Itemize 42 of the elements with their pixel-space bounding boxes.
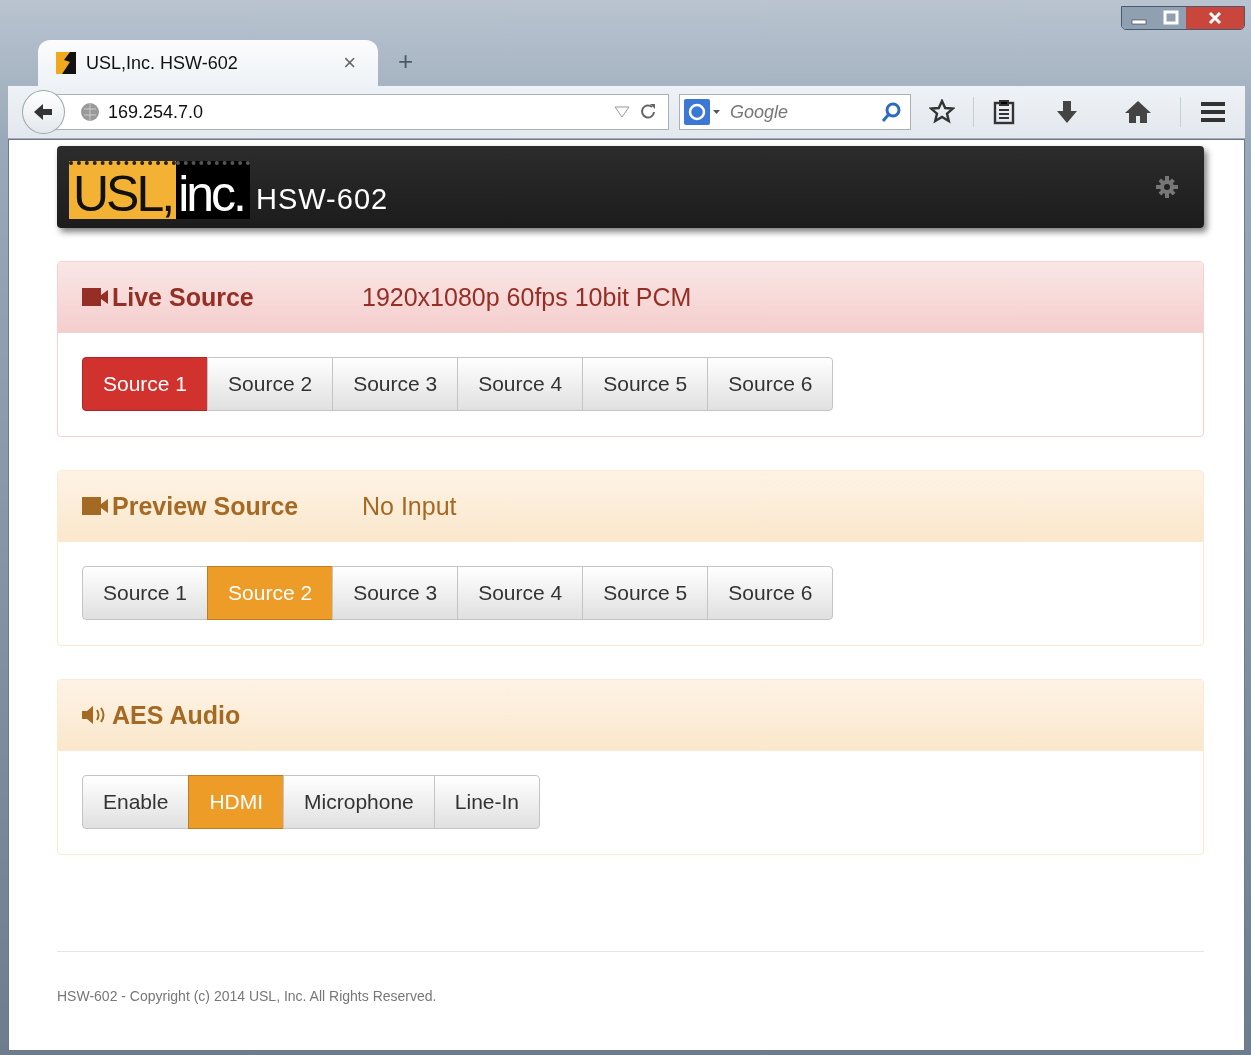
url-text: 169.254.7.0 xyxy=(107,101,204,123)
company-logo: USL,inc. xyxy=(69,161,250,219)
search-input[interactable]: Google xyxy=(728,100,875,124)
source-button[interactable]: Source 6 xyxy=(707,566,834,620)
source-button[interactable]: Microphone xyxy=(283,775,435,829)
copyright-text: HSW-602 - Copyright (c) 2014 USL, Inc. All Rights Reserved. xyxy=(57,988,438,1004)
signal-status: 1920x1080p 60fps 10bit PCM xyxy=(362,282,692,312)
search-icon[interactable] xyxy=(880,101,903,123)
maximize-icon[interactable] xyxy=(1156,7,1186,29)
panel-title: AES Audio xyxy=(112,700,242,730)
search-engine-icon[interactable] xyxy=(684,99,723,125)
source-button[interactable]: Source 4 xyxy=(457,566,584,620)
source-button[interactable]: Source 5 xyxy=(582,566,709,620)
tab-title: USL,Inc. HSW-602 xyxy=(86,52,239,74)
source-button[interactable]: Source 4 xyxy=(457,357,584,411)
source-button[interactable]: Source 5 xyxy=(582,357,709,411)
video-camera-icon xyxy=(82,497,108,515)
source-button[interactable]: Source 6 xyxy=(707,357,834,411)
tab-close-button[interactable]: × xyxy=(343,50,356,76)
close-icon[interactable] xyxy=(1186,7,1244,29)
globe-icon xyxy=(79,102,100,122)
panel-title: Live Source xyxy=(112,282,255,312)
new-tab-button[interactable]: + xyxy=(392,45,420,78)
source-button[interactable]: Source 1 xyxy=(82,566,209,620)
settings-icon[interactable] xyxy=(1156,176,1178,198)
dropdown-icon[interactable] xyxy=(614,106,631,118)
back-button[interactable] xyxy=(22,90,65,134)
address-bar[interactable]: 169.254.7.0 xyxy=(54,94,670,130)
source-button[interactable]: Enable xyxy=(82,775,190,829)
video-camera-icon xyxy=(82,288,108,306)
source-button[interactable]: Source 2 xyxy=(207,357,334,411)
source-button[interactable]: Source 3 xyxy=(332,357,459,411)
search-bar[interactable]: Google xyxy=(679,94,912,130)
signal-status: No Input xyxy=(362,491,457,521)
source-button[interactable]: Source 3 xyxy=(332,566,459,620)
browser-tab[interactable]: USL,Inc. HSW-602 × xyxy=(38,40,378,86)
minimize-icon[interactable] xyxy=(1122,7,1156,29)
back-arrow-icon xyxy=(32,102,55,122)
source-button[interactable]: Line-In xyxy=(433,775,540,829)
source-button[interactable]: Source 1 xyxy=(82,357,209,411)
panel-title: Preview Source xyxy=(112,491,300,521)
device-title: HSW-602 xyxy=(256,182,390,216)
